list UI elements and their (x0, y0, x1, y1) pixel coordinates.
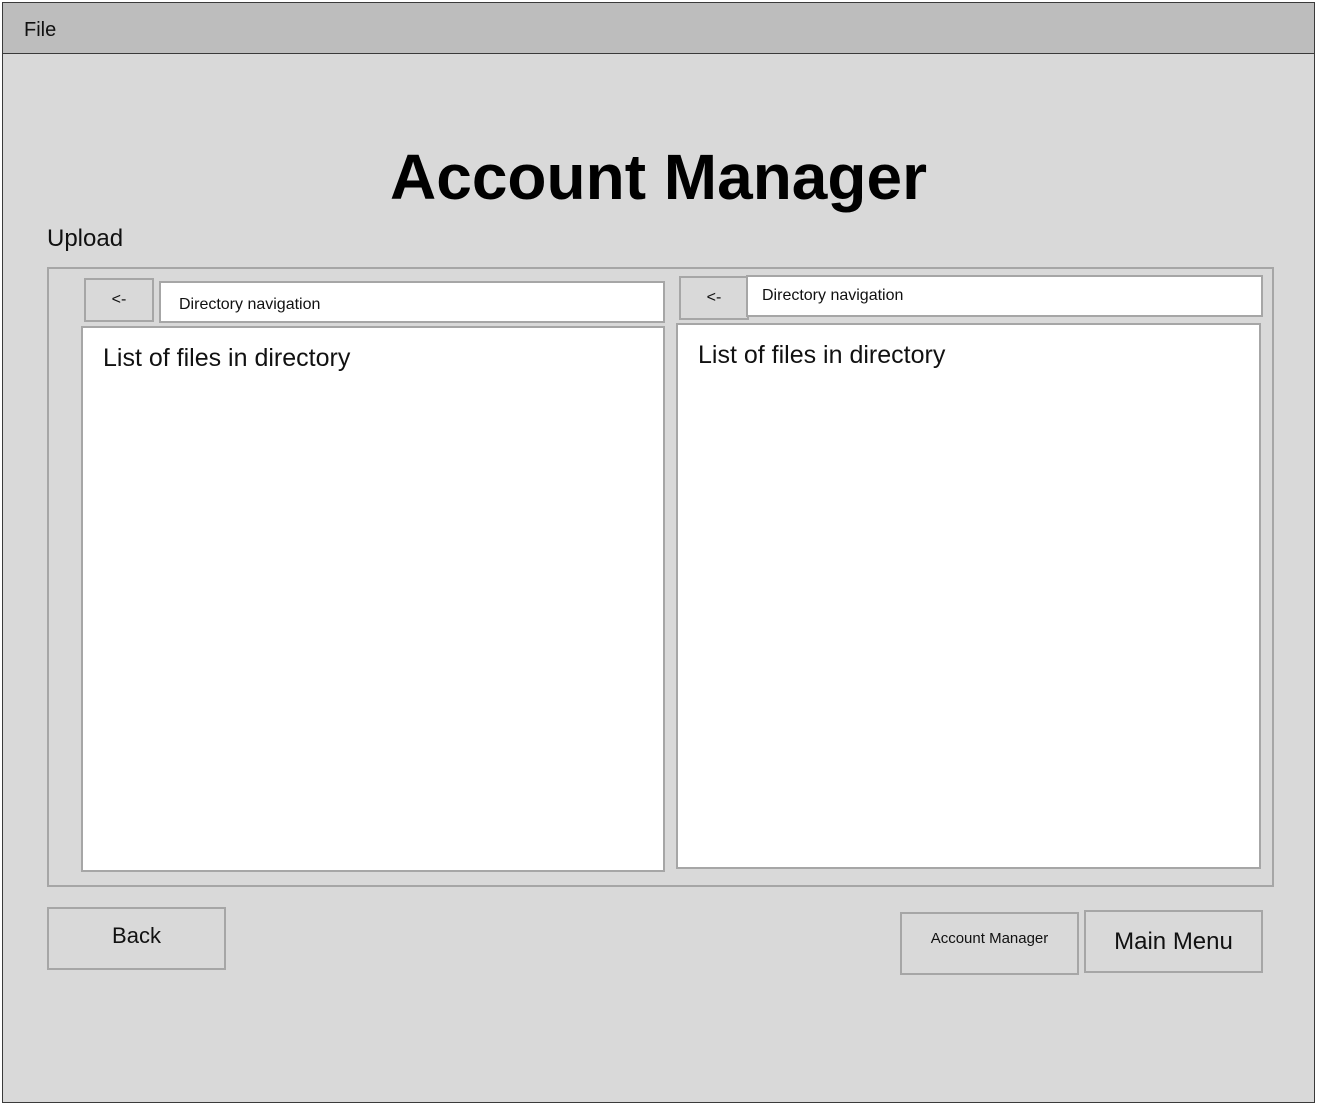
back-button[interactable]: Back (47, 907, 226, 970)
right-directory-navigation[interactable]: Directory navigation (746, 275, 1263, 317)
left-directory-navigation[interactable]: Directory navigation (159, 281, 665, 323)
page-title: Account Manager (390, 141, 927, 213)
left-back-arrow-button[interactable]: <- (84, 278, 154, 322)
account-manager-button[interactable]: Account Manager (900, 912, 1079, 975)
right-file-list-placeholder: List of files in directory (698, 341, 946, 369)
main-menu-button[interactable]: Main Menu (1084, 910, 1263, 973)
left-file-list[interactable]: List of files in directory (81, 326, 665, 872)
menu-bar: File (3, 3, 1314, 54)
right-file-list[interactable]: List of files in directory (676, 323, 1261, 869)
section-label-upload: Upload (47, 225, 124, 252)
menu-file[interactable]: File (24, 19, 56, 42)
app-window: File Account Manager Upload <- Directory… (2, 2, 1315, 1103)
left-file-list-placeholder: List of files in directory (103, 344, 351, 372)
right-back-arrow-button[interactable]: <- (679, 276, 749, 320)
